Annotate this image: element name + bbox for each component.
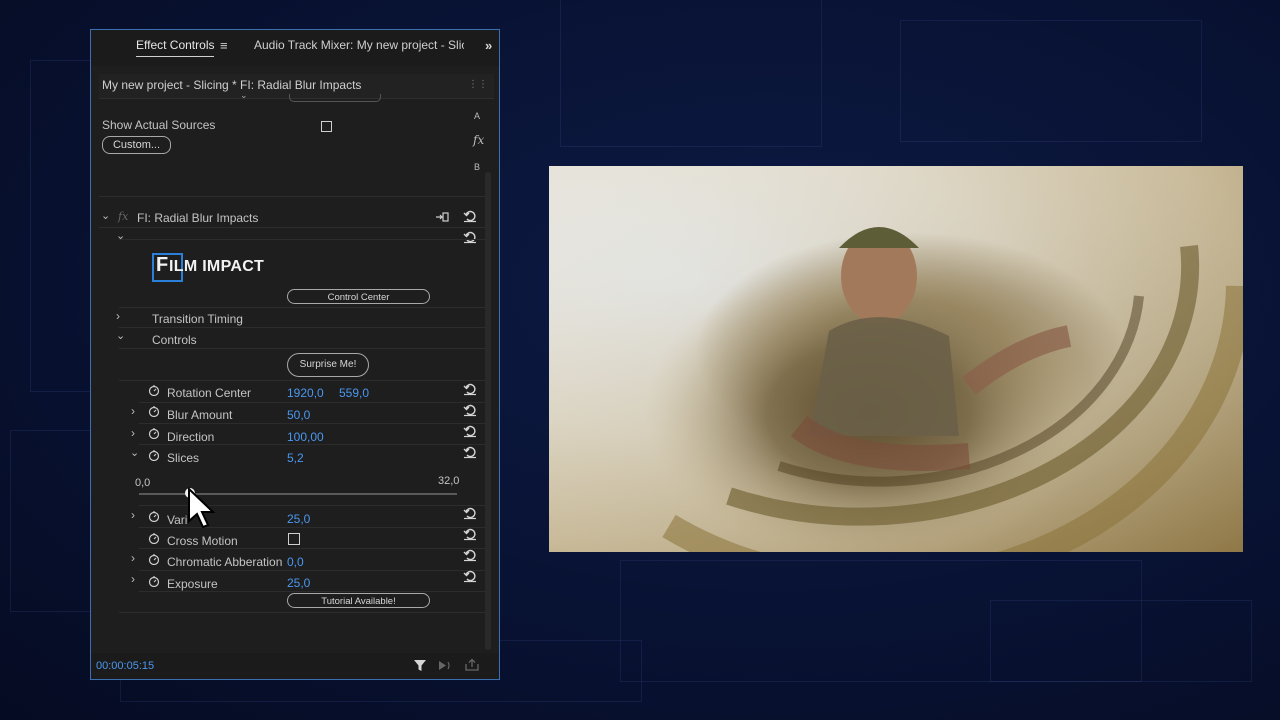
controls-label: Controls	[152, 333, 197, 347]
rotation-center-label: Rotation Center	[167, 386, 252, 400]
chevron-down-icon[interactable]: ⌄	[101, 209, 110, 222]
transition-timing-label: Transition Timing	[152, 312, 243, 326]
show-actual-sources-checkbox[interactable]	[321, 121, 332, 132]
reset-icon[interactable]	[463, 209, 477, 223]
blur-amount-value[interactable]: 50,0	[287, 408, 310, 422]
reset-icon[interactable]	[463, 382, 477, 396]
divider	[139, 548, 485, 549]
custom-button[interactable]: Custom...	[102, 136, 171, 154]
cross-motion-label: Cross Motion	[167, 534, 238, 548]
fx-toggle-icon[interactable]: fx	[118, 210, 128, 223]
divider	[119, 307, 485, 308]
chromatic-abberation-value[interactable]: 0,0	[287, 555, 304, 569]
blur-amount-label: Blur Amount	[167, 408, 233, 422]
panel-menu-icon[interactable]: ≡	[220, 38, 228, 53]
stopwatch-icon[interactable]	[148, 575, 160, 587]
reset-icon[interactable]	[463, 527, 477, 541]
effect-controls-panel: Effect Controls ≡ Audio Track Mixer: My …	[90, 29, 500, 680]
effect-name: FI: Radial Blur Impacts	[137, 211, 259, 225]
reset-icon[interactable]	[463, 403, 477, 417]
variation-label: Vari	[167, 513, 188, 527]
film-impact-logo-f: F	[156, 254, 169, 276]
slices-max-label: 32,0	[438, 475, 460, 487]
tab-overflow-icon[interactable]: »	[485, 38, 492, 53]
exposure-label: Exposure	[167, 577, 218, 591]
ab-label-b: B	[474, 162, 481, 172]
slices-min-label: 0,0	[135, 477, 151, 489]
cross-motion-checkbox[interactable]	[288, 533, 300, 545]
play-audio-icon[interactable]	[437, 659, 453, 672]
ab-label-a: A	[474, 111, 481, 121]
chevron-right-icon[interactable]: ›	[116, 309, 120, 323]
tab-audio-track-mixer[interactable]: Audio Track Mixer: My new project - Slic…	[254, 38, 464, 52]
slices-value[interactable]: 5,2	[287, 451, 304, 465]
divider	[99, 196, 485, 197]
chevron-down-icon[interactable]: ⌄	[116, 329, 125, 342]
divider	[119, 239, 485, 240]
chevron-right-icon[interactable]: ›	[131, 404, 135, 418]
chromatic-abberation-label: Chromatic Abberation	[167, 555, 283, 569]
direction-label: Direction	[167, 430, 215, 444]
resize-grip-icon[interactable]: ⋮⋮	[468, 79, 488, 90]
panel-tab-bar: Effect Controls ≡ Audio Track Mixer: My …	[91, 30, 499, 66]
film-impact-logo-text: ILM IMPACT	[169, 258, 265, 275]
reset-icon[interactable]	[463, 548, 477, 562]
stopwatch-icon[interactable]	[148, 384, 160, 396]
stopwatch-icon[interactable]	[148, 553, 160, 565]
fx-icon[interactable]: fx	[473, 133, 484, 147]
filter-icon[interactable]	[413, 659, 427, 672]
reset-icon[interactable]	[463, 424, 477, 438]
program-monitor-preview	[549, 166, 1243, 552]
divider	[139, 444, 485, 445]
reset-icon[interactable]	[463, 445, 477, 459]
stopwatch-icon[interactable]	[148, 532, 160, 544]
dropdown-remnant	[289, 94, 381, 102]
divider	[119, 380, 485, 381]
slices-label: Slices	[167, 451, 200, 465]
export-icon[interactable]	[464, 658, 480, 672]
stopwatch-icon[interactable]	[148, 405, 160, 417]
show-actual-sources-label: Show Actual Sources	[102, 118, 216, 132]
mouse-cursor-icon	[188, 487, 216, 529]
exposure-value[interactable]: 25,0	[287, 576, 310, 590]
reset-icon[interactable]	[463, 230, 477, 244]
chevron-down-icon[interactable]: ⌄	[116, 229, 125, 242]
chevron-right-icon[interactable]: ›	[131, 551, 135, 565]
rotation-center-x-value[interactable]: 1920,0	[287, 386, 324, 400]
divider	[139, 591, 485, 592]
variation-value[interactable]: 25,0	[287, 512, 310, 526]
timecode[interactable]: 00:00:05:15	[96, 660, 154, 672]
chevron-right-icon[interactable]: ›	[131, 426, 135, 440]
divider	[119, 327, 485, 328]
radial-blur-preview-image	[549, 166, 1243, 552]
tab-effect-controls[interactable]: Effect Controls	[136, 38, 214, 52]
stopwatch-icon[interactable]	[148, 510, 160, 522]
divider	[139, 402, 485, 403]
chevron-down-icon[interactable]: ⌄	[130, 446, 139, 459]
reset-icon[interactable]	[463, 506, 477, 520]
chevron-right-icon[interactable]: ›	[131, 572, 135, 586]
rotation-center-y-value[interactable]: 559,0	[339, 386, 369, 400]
direction-value[interactable]: 100,00	[287, 430, 324, 444]
control-center-button[interactable]: Control Center	[287, 289, 430, 304]
divider	[119, 612, 485, 613]
active-tab-indicator	[136, 56, 214, 57]
chevron-down-icon: ⌄	[240, 90, 248, 100]
divider	[119, 348, 485, 349]
surprise-me-button[interactable]: Surprise Me!	[287, 353, 369, 377]
tutorial-available-button[interactable]: Tutorial Available!	[287, 593, 430, 608]
divider	[139, 570, 485, 571]
chevron-right-icon[interactable]: ›	[131, 508, 135, 522]
divider	[139, 423, 485, 424]
divider	[99, 227, 485, 228]
panel-footer: 00:00:05:15	[91, 653, 499, 679]
effect-options-icon[interactable]	[435, 210, 449, 224]
stopwatch-icon[interactable]	[148, 449, 160, 461]
stopwatch-icon[interactable]	[148, 427, 160, 439]
clip-label: My new project - Slicing * FI: Radial Bl…	[102, 78, 362, 92]
reset-icon[interactable]	[463, 569, 477, 583]
vertical-scrollbar[interactable]	[485, 172, 491, 650]
